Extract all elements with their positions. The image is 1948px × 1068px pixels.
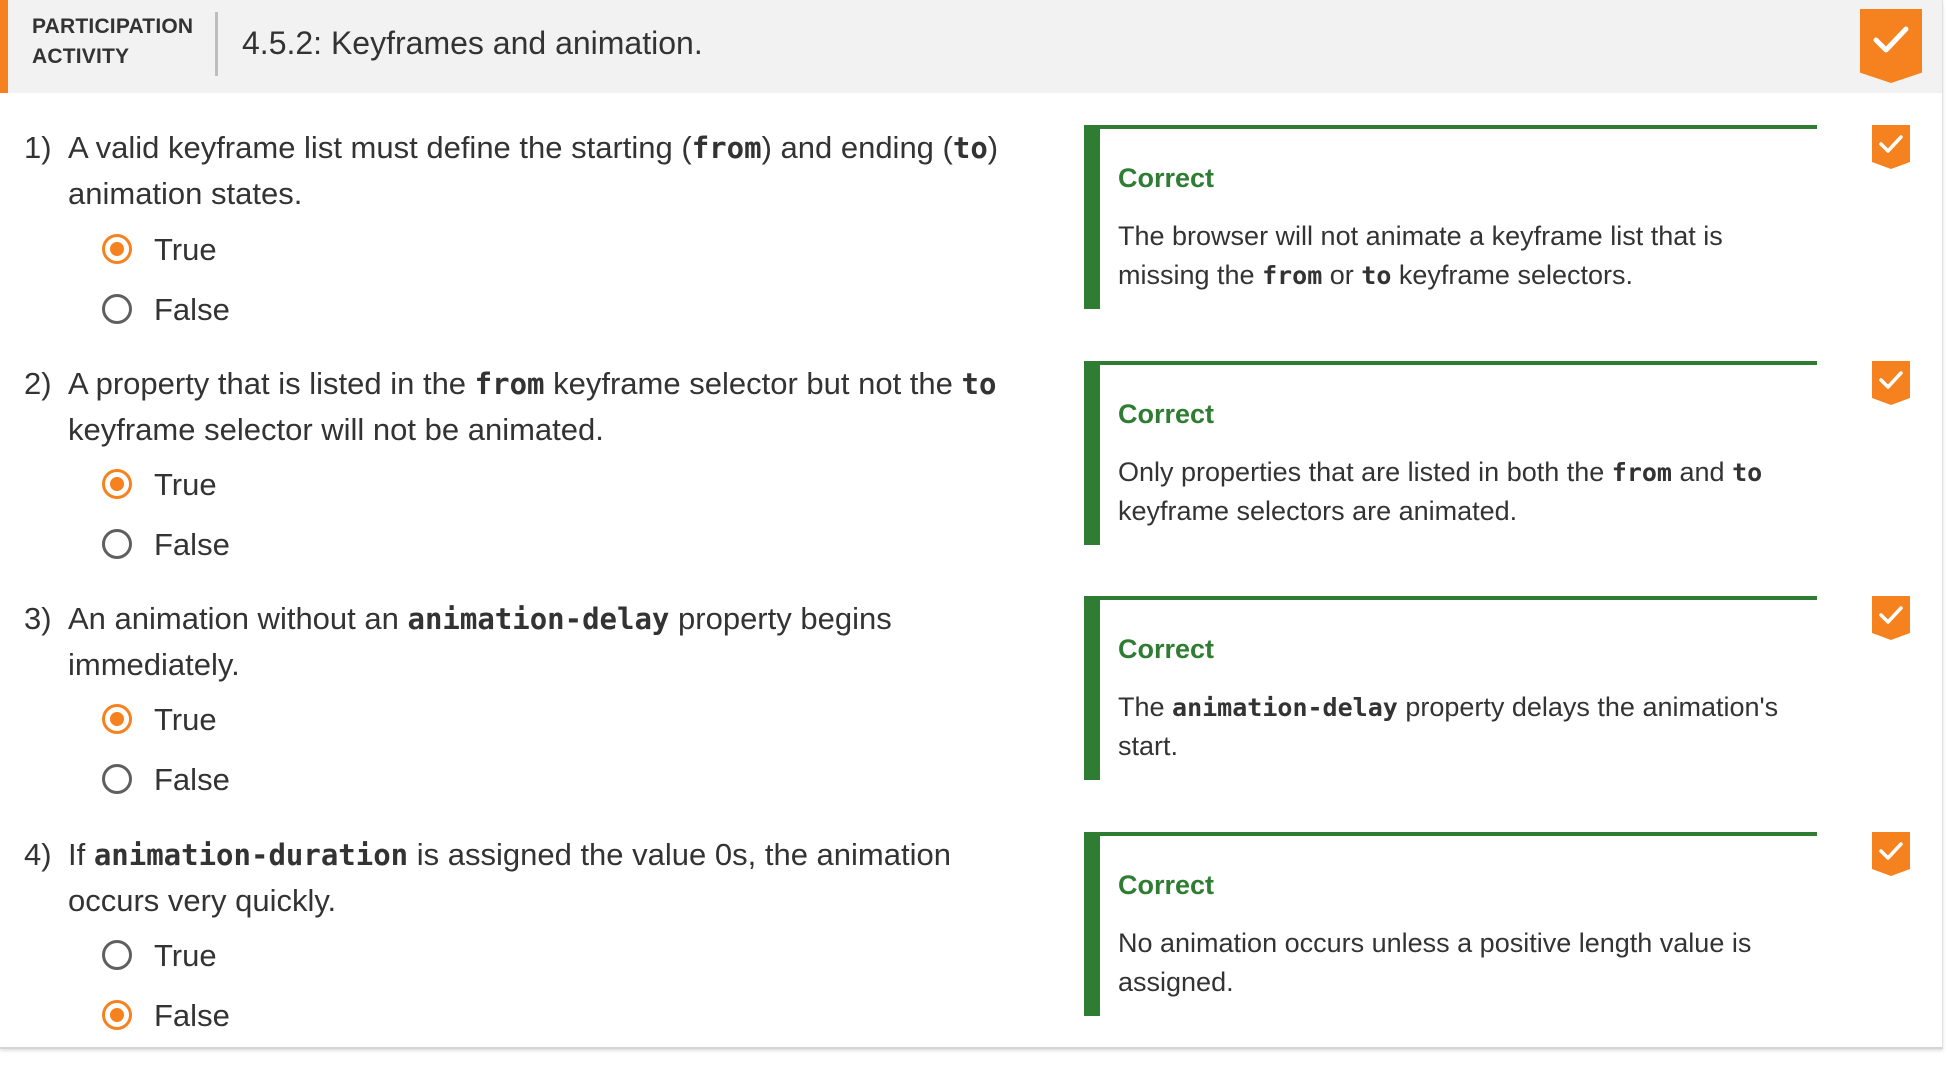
choice-label: True (154, 232, 217, 267)
choice-label: True (154, 938, 217, 973)
question-number: 2) (24, 366, 52, 401)
feedback-text: No animation occurs unless a positive le… (1118, 928, 1752, 997)
radio-button[interactable] (102, 940, 132, 970)
feedback-status: Correct (1118, 634, 1215, 664)
activity-type-line2: ACTIVITY (32, 45, 130, 68)
radio-button-selected[interactable] (102, 1000, 132, 1030)
question-text: If animation-duration is assigned the va… (68, 837, 951, 918)
code-animation-delay: animation-delay (407, 602, 670, 636)
feedback-panel: Correct Only properties that are listed … (1084, 361, 1817, 545)
code-from: from (474, 367, 545, 401)
choice-label: False (154, 762, 230, 797)
question-text: A valid keyframe list must define the st… (68, 130, 999, 211)
radio-button-selected[interactable] (102, 234, 132, 264)
question-complete-badge (1872, 361, 1910, 405)
activity-title: 4.5.2: Keyframes and animation. (242, 25, 703, 61)
participation-activity-card: PARTICIPATION ACTIVITY 4.5.2: Keyframes … (0, 0, 1943, 1049)
radio-button[interactable] (102, 764, 132, 794)
choice-label: True (154, 702, 217, 737)
header-accent-bar (0, 0, 8, 93)
checkmark-icon (1879, 371, 1903, 389)
question-number: 1) (24, 130, 52, 165)
code-to: to (952, 131, 988, 165)
checkmark-icon (1873, 26, 1909, 53)
feedback-status: Correct (1118, 163, 1215, 193)
checkmark-icon (1879, 606, 1903, 624)
question-complete-badge (1872, 125, 1910, 169)
question-3: 3) An animation without an animation-del… (0, 596, 1942, 832)
question-text: A property that is listed in the from ke… (68, 366, 997, 447)
feedback-panel: Correct No animation occurs unless a pos… (1084, 832, 1817, 1016)
feedback-panel: Correct The animation-delay property del… (1084, 596, 1817, 780)
choice-label: True (154, 467, 217, 502)
choice-label: False (154, 998, 230, 1033)
question-complete-badge (1872, 596, 1910, 640)
code-to: to (961, 367, 997, 401)
choice-label: False (154, 292, 230, 327)
feedback-status: Correct (1118, 399, 1215, 429)
radio-button-selected[interactable] (102, 469, 132, 499)
checkmark-icon (1879, 842, 1903, 860)
activity-type-label: PARTICIPATION ACTIVITY (32, 12, 193, 72)
radio-button[interactable] (102, 529, 132, 559)
feedback-text: Only properties that are listed in both … (1118, 457, 1763, 526)
question-4: 4) If animation-duration is assigned the… (0, 832, 1942, 1068)
activity-header: PARTICIPATION ACTIVITY 4.5.2: Keyframes … (0, 0, 1942, 93)
feedback-text: The browser will not animate a keyframe … (1118, 221, 1723, 290)
question-1: 1) A valid keyframe list must define the… (0, 125, 1942, 361)
feedback-panel: Correct The browser will not animate a k… (1084, 125, 1817, 309)
activity-complete-badge (1860, 9, 1922, 83)
question-complete-badge (1872, 832, 1910, 876)
header-divider (215, 12, 218, 76)
activity-type-line1: PARTICIPATION (32, 15, 194, 38)
question-2: 2) A property that is listed in the from… (0, 361, 1942, 597)
code-animation-duration: animation-duration (93, 838, 409, 872)
radio-button[interactable] (102, 294, 132, 324)
question-number: 4) (24, 837, 52, 872)
code-from: from (691, 131, 762, 165)
feedback-status: Correct (1118, 870, 1215, 900)
feedback-text: The animation-delay property delays the … (1118, 692, 1779, 761)
question-number: 3) (24, 601, 52, 636)
radio-button-selected[interactable] (102, 704, 132, 734)
checkmark-icon (1879, 135, 1903, 153)
question-text: An animation without an animation-delay … (68, 601, 892, 682)
choice-label: False (154, 527, 230, 562)
